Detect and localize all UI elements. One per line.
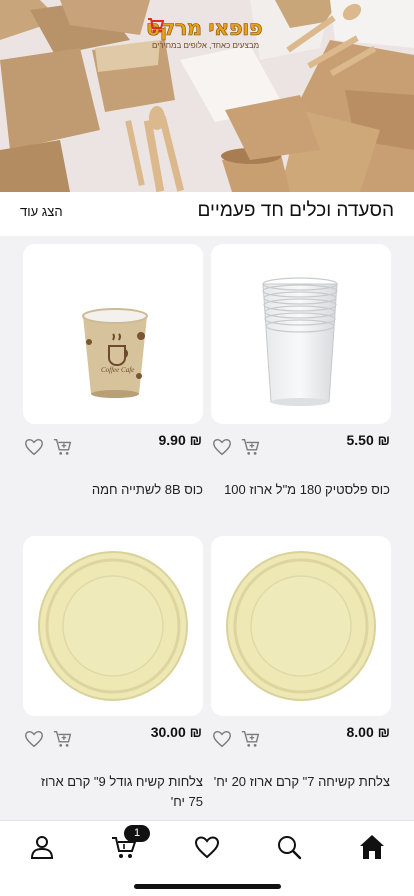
product-name[interactable]: כוס 8B לשתייה חמה [23,480,203,500]
hero-banner[interactable]: פופאי מרקט מבצעים כאחד, אלופים במחירים [0,0,414,192]
product-image-small-plate[interactable] [211,536,391,716]
product-image-large-plate[interactable] [23,536,203,716]
brand-logo: פופאי מרקט מבצעים כאחד, אלופים במחירים [146,16,268,50]
search-icon[interactable] [275,833,303,861]
product-price: 30.00 ₪ [150,724,202,740]
heart-icon[interactable] [193,833,221,861]
app-screen: פופאי מרקט מבצעים כאחד, אלופים במחירים ה… [0,0,414,896]
product-price: 8.00 ₪ [346,724,390,740]
plastic-cup-image [262,277,338,406]
heart-icon[interactable] [23,436,45,458]
add-to-cart-icon[interactable] [52,728,74,750]
show-more-link[interactable]: הצג עוד [20,204,63,219]
heart-icon[interactable] [23,728,45,750]
product-price: 9.90 ₪ [158,432,202,448]
cart-count-badge: 1 [124,825,150,842]
add-to-cart-icon[interactable] [240,728,262,750]
home-indicator [134,884,281,889]
add-to-cart-icon[interactable] [240,436,262,458]
large-plate-image [38,551,188,701]
add-to-cart-icon[interactable] [52,436,74,458]
section-title: הסעדה וכלים חד פעמיים [197,200,394,221]
heart-icon[interactable] [211,728,233,750]
product-name[interactable]: צלחות קשיח גודל 9" קרם ארוז 75 יח' [25,772,203,812]
product-image-coffee-cup[interactable]: Coffee Cafe [23,244,203,424]
coffee-cup-image: Coffee Cafe [82,308,148,398]
user-icon[interactable] [28,833,56,861]
product-price: 5.50 ₪ [346,432,390,448]
product-image-plastic-cup[interactable] [211,244,391,424]
cup-print-text: Coffee Cafe [101,366,134,374]
product-name[interactable]: כוס פלסטיק 180 מ"ל ארוז 100 [210,480,390,500]
heart-icon[interactable] [211,436,233,458]
product-name[interactable]: צלחת קשיחה 7" קרם ארוז 20 יח' [210,772,390,792]
home-icon[interactable] [358,833,386,861]
section-header: הסעדה וכלים חד פעמיים הצג עוד [0,192,414,236]
logo-tagline: מבצעים כאחד, אלופים במחירים [152,41,260,50]
small-plate-image [226,551,376,701]
logo-cart-icon [148,18,164,33]
